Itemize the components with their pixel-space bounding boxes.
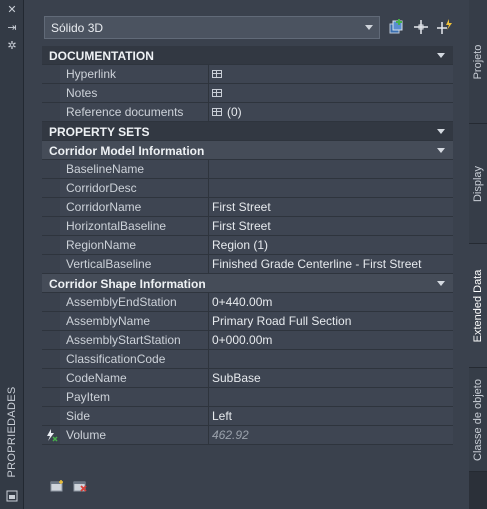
property-name: HorizontalBaseline	[60, 217, 209, 235]
tab-label: Classe de objeto	[472, 378, 484, 461]
section-corridor-shape-information[interactable]: Corridor Shape Information	[42, 274, 453, 293]
property-row-corridordesc[interactable]: CorridorDesc	[42, 179, 453, 198]
section-corridor-model-information[interactable]: Corridor Model Information	[42, 141, 453, 160]
object-type-value: Sólido 3D	[51, 21, 104, 35]
property-row-horizontalbaseline[interactable]: HorizontalBaseline First Street	[42, 217, 453, 236]
section-title: PROPERTY SETS	[49, 125, 150, 139]
close-icon[interactable]: ✕	[5, 4, 19, 16]
palette-menu-icon[interactable]	[5, 490, 19, 502]
property-value[interactable]: Finished Grade Centerline - First Street	[209, 255, 453, 273]
property-row-corridorname[interactable]: CorridorName First Street	[42, 198, 453, 217]
quick-select-icon[interactable]	[436, 18, 454, 36]
tab-extended-data[interactable]: Extended Data	[469, 244, 487, 368]
palette-title: PROPRIEDADES	[6, 386, 18, 478]
property-row-verticalbaseline[interactable]: VerticalBaseline Finished Grade Centerli…	[42, 255, 453, 274]
property-value[interactable]	[209, 65, 453, 83]
property-name: Notes	[60, 84, 209, 102]
property-value[interactable]	[209, 388, 453, 406]
formula-lightning-icon	[42, 426, 60, 444]
property-row-regionname[interactable]: RegionName Region (1)	[42, 236, 453, 255]
property-row-assemblyname[interactable]: AssemblyName Primary Road Full Section	[42, 312, 453, 331]
section-title: DOCUMENTATION	[49, 49, 154, 63]
property-name: Volume	[60, 426, 209, 444]
tab-projeto[interactable]: Projeto	[469, 0, 487, 124]
property-name: BaselineName	[60, 160, 209, 178]
tab-label: Projeto	[472, 44, 484, 79]
property-name: CorridorName	[60, 198, 209, 216]
property-row-reference-documents[interactable]: Reference documents (0)	[42, 103, 453, 122]
add-property-set-icon[interactable]	[50, 480, 64, 492]
property-value[interactable]	[209, 350, 453, 368]
property-row-payitem[interactable]: PayItem	[42, 388, 453, 407]
property-value[interactable]: 0+440.00m	[209, 293, 453, 311]
section-documentation[interactable]: DOCUMENTATION	[42, 46, 453, 65]
property-name: RegionName	[60, 236, 209, 254]
select-objects-icon[interactable]	[412, 18, 430, 36]
property-row-volume[interactable]: Volume 462.92	[42, 426, 453, 445]
property-value: 462.92	[209, 426, 453, 444]
property-row-codename[interactable]: CodeName SubBase	[42, 369, 453, 388]
collapse-caret-icon[interactable]	[437, 281, 445, 286]
property-value[interactable]: (0)	[209, 103, 453, 121]
property-value[interactable]: Left	[209, 407, 453, 425]
property-name: Side	[60, 407, 209, 425]
table-icon[interactable]	[212, 70, 222, 78]
property-value[interactable]	[209, 179, 453, 197]
table-icon[interactable]	[212, 108, 222, 116]
section-title: Corridor Shape Information	[49, 277, 206, 291]
tab-classe-de-objeto[interactable]: Classe de objeto	[469, 368, 487, 472]
object-type-dropdown[interactable]: Sólido 3D	[44, 16, 380, 39]
auto-hide-icon[interactable]: ⇥	[5, 22, 19, 34]
property-row-side[interactable]: Side Left	[42, 407, 453, 426]
property-value[interactable]: First Street	[209, 198, 453, 216]
property-row-baselinename[interactable]: BaselineName	[42, 160, 453, 179]
property-name: ClassificationCode	[60, 350, 209, 368]
property-row-classificationcode[interactable]: ClassificationCode	[42, 350, 453, 369]
collapse-caret-icon[interactable]	[437, 129, 445, 134]
property-name: VerticalBaseline	[60, 255, 209, 273]
property-value[interactable]: Region (1)	[209, 236, 453, 254]
property-value[interactable]	[209, 84, 453, 102]
property-name: AssemblyStartStation	[60, 331, 209, 349]
table-icon[interactable]	[212, 89, 222, 97]
property-name: AssemblyName	[60, 312, 209, 330]
section-property-sets[interactable]: PROPERTY SETS	[42, 122, 453, 141]
property-row-notes[interactable]: Notes	[42, 84, 453, 103]
property-value[interactable]: SubBase	[209, 369, 453, 387]
remove-property-set-icon[interactable]	[73, 480, 87, 492]
palette-tabs: Projeto Display Extended Data Classe de …	[469, 0, 487, 509]
property-row-hyperlink[interactable]: Hyperlink	[42, 65, 453, 84]
chevron-down-icon	[365, 25, 373, 30]
tab-label: Extended Data	[472, 269, 484, 342]
collapse-caret-icon[interactable]	[437, 148, 445, 153]
tab-label: Display	[472, 165, 484, 202]
reference-count: (0)	[227, 105, 242, 119]
properties-panel: Sólido 3D DOCUMENTATION Hyperlink Notes …	[24, 0, 469, 509]
collapse-caret-icon[interactable]	[437, 53, 445, 58]
property-row-assemblyendstation[interactable]: AssemblyEndStation 0+440.00m	[42, 293, 453, 312]
section-title: Corridor Model Information	[49, 144, 205, 158]
tab-display[interactable]: Display	[469, 124, 487, 244]
property-value[interactable]: First Street	[209, 217, 453, 235]
settings-icon[interactable]: ✲	[5, 40, 19, 52]
property-value[interactable]: Primary Road Full Section	[209, 312, 453, 330]
property-name: AssemblyEndStation	[60, 293, 209, 311]
palette-title-strip: ✕ ⇥ ✲ PROPRIEDADES	[0, 0, 24, 509]
property-row-assemblystartstation[interactable]: AssemblyStartStation 0+000.00m	[42, 331, 453, 350]
property-name: CorridorDesc	[60, 179, 209, 197]
property-name: Hyperlink	[60, 65, 209, 83]
property-value[interactable]	[209, 160, 453, 178]
add-selection-icon[interactable]	[388, 18, 406, 36]
property-name: CodeName	[60, 369, 209, 387]
property-grid: DOCUMENTATION Hyperlink Notes Reference …	[42, 46, 453, 445]
property-name: Reference documents	[60, 103, 209, 121]
property-value[interactable]: 0+000.00m	[209, 331, 453, 349]
property-name: PayItem	[60, 388, 209, 406]
